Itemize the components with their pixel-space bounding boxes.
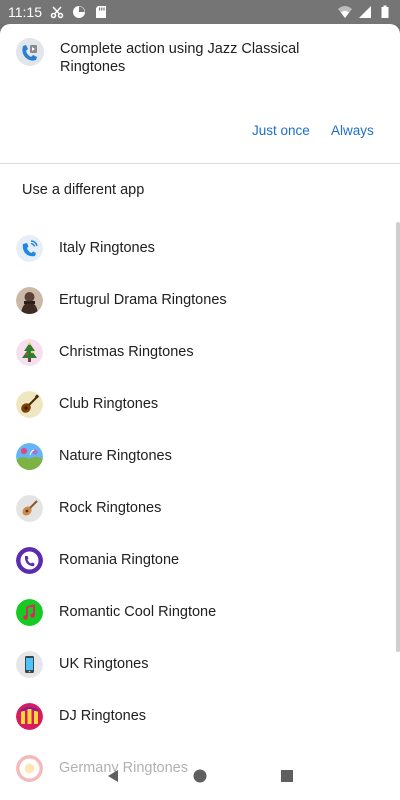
nav-bar xyxy=(0,752,400,800)
app-label: Romania Ringtone xyxy=(59,552,180,568)
christmas-tree-icon xyxy=(16,338,43,366)
app-item-romantic[interactable]: Romantic Cool Ringtone xyxy=(0,586,400,638)
app-label: Italy Ringtones xyxy=(59,240,155,256)
timer-icon xyxy=(73,6,85,18)
just-once-button[interactable]: Just once xyxy=(252,123,310,138)
jazz-ringtones-icon xyxy=(16,38,44,66)
landscape-icon xyxy=(16,442,43,470)
signal-icon xyxy=(359,6,371,18)
section-title: Use a different app xyxy=(22,182,145,198)
phone-icon xyxy=(16,546,43,574)
app-label: DJ Ringtones xyxy=(59,708,147,724)
guitar-icon xyxy=(16,494,43,522)
app-label: Club Ringtones xyxy=(59,396,159,412)
scrollbar[interactable] xyxy=(396,222,400,652)
app-item-dj[interactable]: DJ Ringtones xyxy=(0,690,400,742)
guitar-icon xyxy=(16,390,43,418)
speaker-icon xyxy=(16,702,43,730)
app-item-romania[interactable]: Romania Ringtone xyxy=(0,534,400,586)
app-item-nature[interactable]: Nature Ringtones xyxy=(0,430,400,482)
chooser-header: Complete action using Jazz Classical Rin… xyxy=(0,24,400,163)
divider xyxy=(0,163,400,164)
app-label: UK Ringtones xyxy=(59,656,149,672)
phone-waves-icon xyxy=(16,234,43,262)
app-label: Romantic Cool Ringtone xyxy=(59,604,217,620)
phone-device-icon xyxy=(16,650,43,678)
app-item-italy[interactable]: Italy Ringtones xyxy=(0,222,400,274)
scissors-icon xyxy=(50,6,64,19)
status-left: 11:15 xyxy=(8,4,108,20)
dialog-title: Complete action using Jazz Classical Rin… xyxy=(60,41,300,75)
sd-card-icon xyxy=(96,6,106,18)
back-icon[interactable] xyxy=(101,764,125,788)
status-bar: 11:15 xyxy=(0,0,400,24)
home-icon[interactable] xyxy=(188,764,212,788)
always-button[interactable]: Always xyxy=(331,123,374,138)
app-item-club[interactable]: Club Ringtones xyxy=(0,378,400,430)
app-item-ertugrul[interactable]: Ertugrul Drama Ringtones xyxy=(0,274,400,326)
app-list: Italy Ringtones Ertugrul Drama Ringtones… xyxy=(0,222,400,794)
status-time: 11:15 xyxy=(8,4,42,20)
wifi-icon xyxy=(338,6,352,18)
app-item-rock[interactable]: Rock Ringtones xyxy=(0,482,400,534)
app-label: Nature Ringtones xyxy=(59,448,172,464)
app-item-uk[interactable]: UK Ringtones xyxy=(0,638,400,690)
music-note-icon xyxy=(16,598,43,626)
recents-icon[interactable] xyxy=(275,764,299,788)
app-item-christmas[interactable]: Christmas Ringtones xyxy=(0,326,400,378)
chooser-sheet: Complete action using Jazz Classical Rin… xyxy=(0,24,400,800)
app-label: Rock Ringtones xyxy=(59,500,162,516)
status-right xyxy=(338,5,392,19)
portrait-icon xyxy=(16,286,43,314)
app-label: Christmas Ringtones xyxy=(59,344,194,360)
battery-icon xyxy=(381,5,389,18)
app-label: Ertugrul Drama Ringtones xyxy=(59,292,227,308)
